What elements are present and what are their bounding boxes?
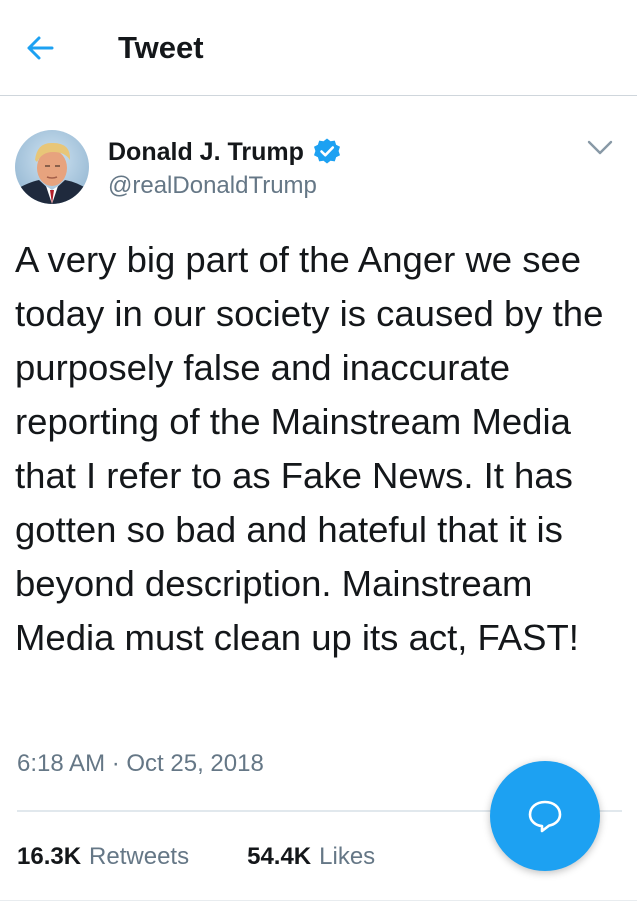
author-name-row[interactable]: Donald J. Trump xyxy=(108,136,342,168)
retweets-label: Retweets xyxy=(89,843,190,870)
tweet-stats: 16.3K Retweets 54.4K Likes xyxy=(17,843,375,871)
tweet-timestamp[interactable]: 6:18 AM · Oct 25, 2018 xyxy=(17,750,264,778)
back-button[interactable] xyxy=(20,28,60,68)
arrow-left-icon xyxy=(27,36,54,60)
reply-bubble-icon xyxy=(528,800,562,833)
profile-photo xyxy=(15,130,89,204)
display-name: Donald J. Trump xyxy=(108,137,304,166)
retweets-count: 16.3K xyxy=(17,843,82,870)
verified-badge-icon xyxy=(313,138,340,164)
likes-count: 54.4K xyxy=(247,843,312,870)
top-bar: Tweet xyxy=(0,0,637,96)
tweet-menu-button[interactable] xyxy=(584,134,616,162)
retweets-stat[interactable]: 16.3K Retweets xyxy=(17,843,189,871)
page-title: Tweet xyxy=(118,30,204,65)
likes-label: Likes xyxy=(319,843,376,870)
chevron-down-icon xyxy=(587,140,613,155)
tweet-text: A very big part of the Anger we see toda… xyxy=(15,239,604,658)
reply-button[interactable] xyxy=(490,761,600,871)
author-handle[interactable]: @realDonaldTrump xyxy=(108,172,317,200)
avatar[interactable] xyxy=(15,130,89,204)
likes-stat[interactable]: 54.4K Likes xyxy=(247,843,375,871)
